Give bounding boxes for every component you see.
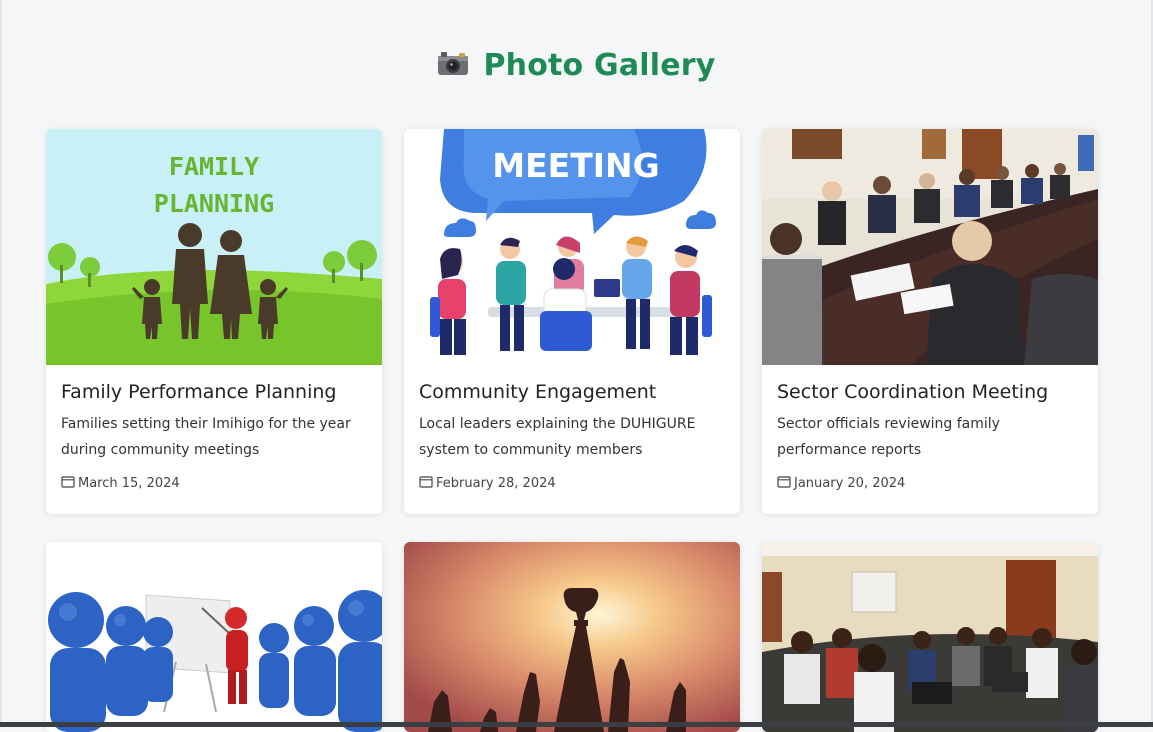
calendar-icon: [777, 475, 791, 492]
card-title: Community Engagement: [419, 381, 657, 403]
camera-icon: [437, 50, 469, 81]
calendar-icon: [419, 475, 433, 492]
image-text-line2: PLANNING: [154, 189, 274, 218]
card-date: January 20, 2024: [777, 475, 1083, 492]
card-date-text: January 20, 2024: [794, 476, 906, 491]
gallery-header: Photo Gallery: [0, 48, 1153, 83]
card-date-text: March 15, 2024: [78, 476, 180, 491]
card-description: Families setting their Imihigo for the y…: [61, 416, 351, 458]
gallery-card[interactable]: [46, 542, 382, 732]
gallery-card[interactable]: Sector Coordination Meeting Sector offic…: [762, 129, 1098, 514]
card-date: February 28, 2024: [419, 475, 725, 492]
image-text: MEETING: [492, 146, 659, 185]
calendar-icon: [61, 475, 75, 492]
gallery-card[interactable]: [762, 542, 1098, 732]
bottom-edge-bar: [0, 722, 1153, 727]
card-title: Sector Coordination Meeting: [777, 381, 1049, 403]
card-title: Family Performance Planning: [61, 381, 337, 403]
gallery-image-sector-meeting[interactable]: [762, 129, 1098, 365]
card-description: Sector officials reviewing family perfor…: [777, 416, 1000, 458]
gallery-image-trophy[interactable]: [404, 542, 740, 732]
card-description: Local leaders explaining the DUHIGURE sy…: [419, 416, 696, 458]
gallery-card[interactable]: [404, 542, 740, 732]
gallery-image-family-planning[interactable]: FAMILY PLANNING: [46, 129, 382, 365]
card-date-text: February 28, 2024: [436, 476, 556, 491]
page-title: Photo Gallery: [483, 48, 716, 83]
gallery-image-presentation[interactable]: [46, 542, 382, 732]
page-border-left: [0, 0, 2, 727]
gallery-card[interactable]: FAMILY PLANNING Family Performance Plann…: [46, 129, 382, 514]
card-date: March 15, 2024: [61, 475, 367, 492]
image-text-line1: FAMILY: [169, 152, 259, 181]
gallery-grid: FAMILY PLANNING Family Performance Plann…: [46, 129, 1098, 732]
gallery-image-office-meeting[interactable]: [762, 542, 1098, 732]
gallery-card[interactable]: MEETING Community Engagement Local leade…: [404, 129, 740, 514]
gallery-image-meeting[interactable]: MEETING: [404, 129, 740, 365]
